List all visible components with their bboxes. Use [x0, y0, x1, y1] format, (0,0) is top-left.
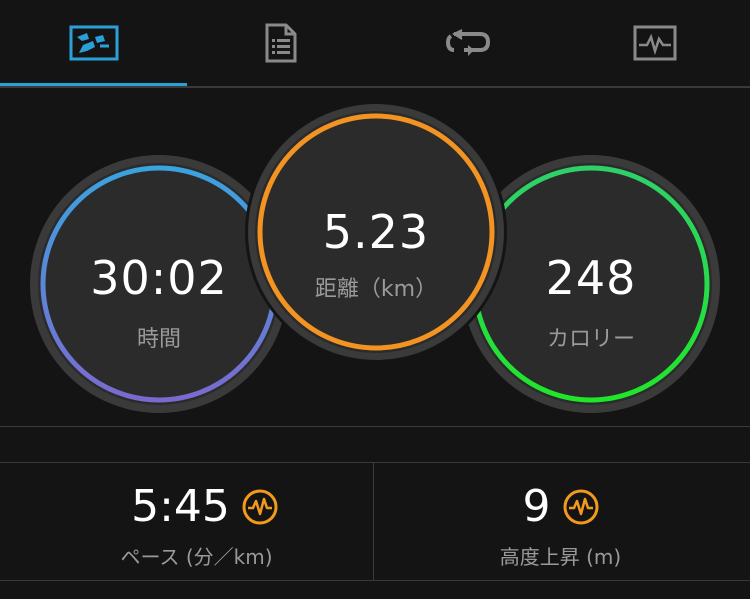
stats-bottom-divider: [0, 580, 750, 581]
heart-rate-badge-icon[interactable]: [242, 489, 278, 525]
tab-charts[interactable]: [561, 0, 748, 86]
chart-graph-icon: [633, 25, 676, 61]
calories-ring: 248 カロリー: [462, 155, 720, 413]
summary-rings: 30:02 時間 248 カロリー 5.23 距離（km）: [0, 88, 750, 426]
calories-value: 248: [545, 251, 637, 305]
pace-label: ペース (分／km): [120, 545, 273, 569]
tab-details[interactable]: [187, 0, 374, 86]
tab-laps[interactable]: [374, 0, 561, 86]
elevation-value: 9: [522, 481, 551, 532]
tab-summary[interactable]: [0, 0, 187, 86]
calories-label: カロリー: [546, 327, 635, 352]
distance-value: 5.23: [322, 205, 430, 259]
heart-rate-badge-icon[interactable]: [563, 489, 599, 525]
distance-label: 距離（km）: [314, 277, 438, 302]
elevation-stat[interactable]: 9 高度上昇 (m): [374, 463, 747, 580]
laps-loop-icon: [445, 29, 490, 56]
document-list-icon: [265, 23, 296, 63]
distance-ring: 5.23 距離（km）: [245, 101, 507, 363]
time-value: 30:02: [90, 251, 228, 305]
time-ring: 30:02 時間: [30, 155, 288, 413]
pace-value: 5:45: [131, 481, 230, 532]
activity-map-icon: [69, 25, 118, 61]
time-label: 時間: [136, 327, 181, 352]
elevation-label: 高度上昇 (m): [499, 545, 622, 569]
section-divider: [0, 426, 750, 427]
tab-bar: [0, 0, 750, 88]
pace-stat[interactable]: 5:45 ペース (分／km): [0, 463, 373, 580]
